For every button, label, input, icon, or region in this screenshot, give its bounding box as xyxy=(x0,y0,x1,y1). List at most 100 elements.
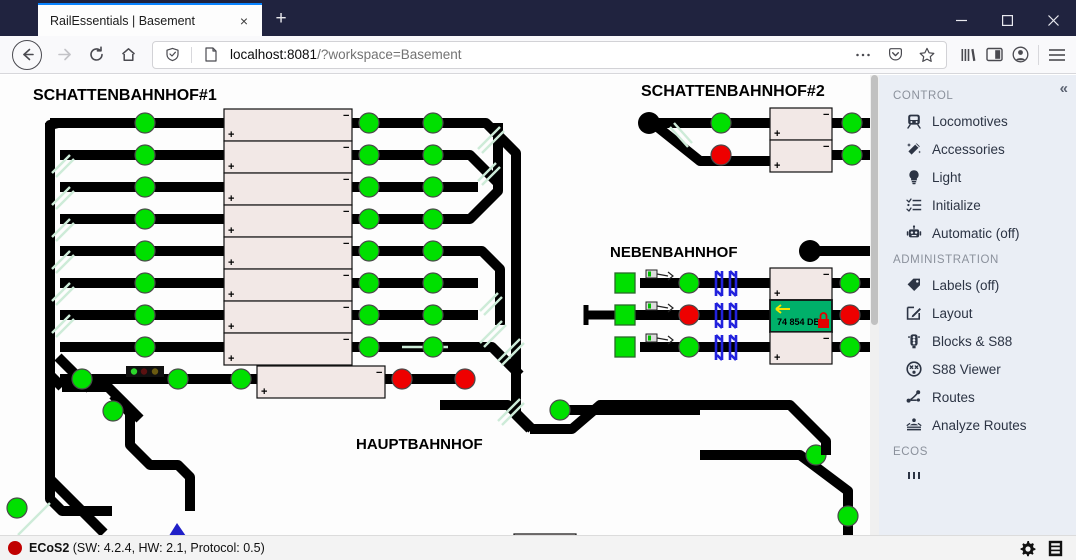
track-end-knob xyxy=(638,112,660,134)
layout-scrollbar[interactable] xyxy=(870,75,879,535)
browser-window: RailEssentials | Basement × + localhost:… xyxy=(0,0,1076,560)
maximize-icon[interactable] xyxy=(984,4,1030,36)
sidebar-item-automatic[interactable]: Automatic (off) xyxy=(879,219,1076,247)
svg-text:−: − xyxy=(343,142,349,154)
status-bar: ECoS2 (SW: 4.2.4, HW: 2.1, Protocol: 0.5… xyxy=(0,535,1076,560)
block: +− xyxy=(223,204,353,238)
sidebar-item-accessories[interactable]: Accessories xyxy=(879,135,1076,163)
sbhf1-blocks[interactable]: +− +− +− +− +− +− +− +− xyxy=(223,108,353,366)
sidebar-item-ecos-partial[interactable] xyxy=(879,463,1076,491)
star-icon[interactable] xyxy=(914,42,940,68)
close-tab-icon[interactable]: × xyxy=(234,11,254,31)
sidebar-section-control: CONTROL xyxy=(893,90,954,102)
svg-text:−: − xyxy=(343,334,349,346)
urlbar-divider xyxy=(191,46,192,63)
tag-icon xyxy=(905,276,923,294)
ellipsis-icon[interactable] xyxy=(850,42,876,68)
magic-wand-icon xyxy=(905,140,923,158)
sbhf2-tracks: +− +− xyxy=(638,107,870,173)
block-occupied-locomotive[interactable]: 74 854 DB xyxy=(769,299,833,333)
svg-text:−: − xyxy=(343,110,349,122)
svg-text:−: − xyxy=(823,269,829,281)
svg-text:−: − xyxy=(823,109,829,121)
hamburger-menu-icon[interactable] xyxy=(1044,42,1070,68)
library-icon[interactable] xyxy=(955,42,981,68)
edit-square-icon xyxy=(905,304,923,322)
signal-green xyxy=(549,399,571,421)
signal-green xyxy=(134,144,156,166)
shield-icon[interactable] xyxy=(159,42,185,68)
page-icon xyxy=(198,42,224,68)
minimize-icon[interactable] xyxy=(938,4,984,36)
svg-text:−: − xyxy=(343,238,349,250)
block: +− xyxy=(769,107,833,141)
sidebar-item-initialize[interactable]: Initialize xyxy=(879,191,1076,219)
track-end-knob xyxy=(799,240,821,262)
left-branch: +− xyxy=(6,375,195,535)
sidebar: « CONTROL Locomotives Accessories Light xyxy=(879,75,1076,535)
sidebar-item-routes[interactable]: Routes xyxy=(879,383,1076,411)
direction-arrow-up xyxy=(169,523,186,535)
window-controls xyxy=(938,4,1076,36)
track-layout-canvas[interactable]: + − + − + − + − + − + − + − + − + − + − … xyxy=(0,75,870,535)
sidebar-item-s88-viewer[interactable]: S88 Viewer xyxy=(879,355,1076,383)
sidebar-item-label: Labels (off) xyxy=(932,277,1000,293)
sidebar-item-labels[interactable]: Labels (off) xyxy=(879,271,1076,299)
sidebar-item-label: Accessories xyxy=(932,141,1005,157)
url-text[interactable]: localhost:8081/?workspace=Basement xyxy=(230,47,844,62)
signal-green xyxy=(422,240,444,262)
svg-text:−: − xyxy=(823,141,829,153)
log-book-icon[interactable] xyxy=(1046,539,1064,557)
dizzy-face-icon xyxy=(905,360,923,378)
block: +− xyxy=(223,300,353,334)
svg-text:+: + xyxy=(228,257,234,269)
sidebar-item-locomotives[interactable]: Locomotives xyxy=(879,107,1076,135)
reload-icon[interactable] xyxy=(80,40,112,70)
title-nbhf: NEBENBAHNHOF xyxy=(610,244,738,261)
svg-text:−: − xyxy=(343,302,349,314)
account-icon[interactable] xyxy=(1007,42,1033,68)
track-plan-svg[interactable]: +− +− +− +− +− +− +− +− +− +− +− +− 74 8… xyxy=(0,75,870,535)
close-window-icon[interactable] xyxy=(1030,4,1076,36)
url-path: /?workspace=Basement xyxy=(317,47,462,62)
signal-red xyxy=(454,368,476,390)
sidebar-icon[interactable] xyxy=(981,42,1007,68)
slider-icon xyxy=(905,468,923,486)
block: +− xyxy=(769,331,833,365)
signal-red xyxy=(678,304,700,326)
sidebar-item-light[interactable]: Light xyxy=(879,163,1076,191)
signal-green xyxy=(6,497,28,519)
url-bar[interactable]: localhost:8081/?workspace=Basement xyxy=(152,40,947,69)
signal-green xyxy=(134,336,156,358)
sidebar-item-label: Analyze Routes xyxy=(932,417,1027,433)
svg-text:−: − xyxy=(343,270,349,282)
svg-text:−: − xyxy=(376,367,382,379)
signal-green xyxy=(134,208,156,230)
sidebar-item-layout[interactable]: Layout xyxy=(879,299,1076,327)
lightbulb-icon xyxy=(905,168,923,186)
title-sbhf1: SCHATTENBAHNHOF#1 xyxy=(33,87,217,104)
sidebar-item-label: S88 Viewer xyxy=(932,361,1001,377)
sidebar-item-blocks-s88[interactable]: Blocks & S88 xyxy=(879,327,1076,355)
gear-icon[interactable] xyxy=(1018,539,1036,557)
new-tab-button[interactable]: + xyxy=(266,4,296,34)
signal-green xyxy=(422,112,444,134)
pocket-icon[interactable] xyxy=(882,42,908,68)
scrollbar-thumb[interactable] xyxy=(871,75,878,325)
home-icon[interactable] xyxy=(112,40,144,70)
sidebar-item-label: Locomotives xyxy=(932,113,1008,129)
collapse-sidebar-button[interactable]: « xyxy=(1060,81,1068,96)
signal-green xyxy=(71,368,93,390)
signal-plate[interactable] xyxy=(126,366,164,377)
layout-titles: SCHATTENBAHNHOF#1 SCHATTENBAHNHOF#2 NEBE… xyxy=(33,83,825,453)
block: +− xyxy=(223,332,353,366)
back-arrow-icon[interactable] xyxy=(12,39,42,70)
browser-tab[interactable]: RailEssentials | Basement × xyxy=(38,3,262,36)
list-icon xyxy=(905,196,923,214)
toolbar-divider xyxy=(1038,44,1039,65)
svg-text:+: + xyxy=(774,160,780,172)
forward-arrow-icon xyxy=(48,40,80,70)
signal-green xyxy=(358,208,380,230)
sidebar-item-analyze-routes[interactable]: Analyze Routes xyxy=(879,411,1076,439)
device-name: ECoS2 xyxy=(29,541,70,555)
